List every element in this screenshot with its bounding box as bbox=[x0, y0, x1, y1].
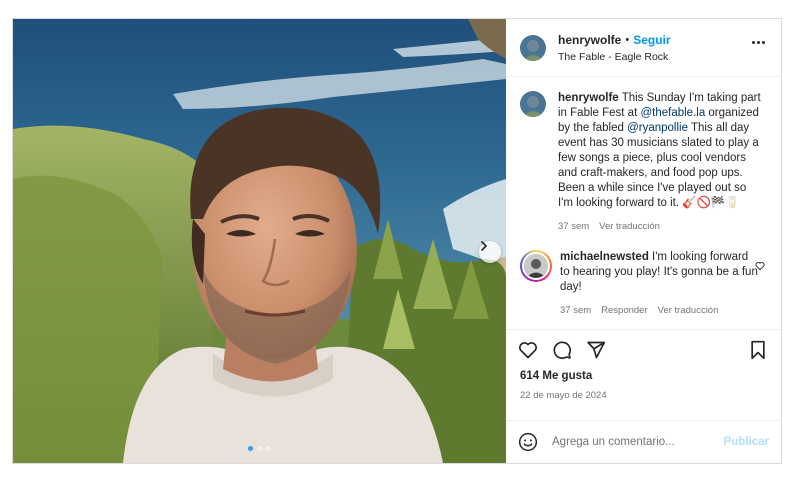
avatar-image bbox=[524, 254, 548, 278]
comment-time[interactable]: 37 sem bbox=[560, 303, 591, 318]
comment-button[interactable] bbox=[552, 340, 572, 360]
reply-link[interactable]: Responder bbox=[601, 303, 647, 318]
caption-meta: 37 sem Ver traducción bbox=[558, 219, 764, 234]
comment-username[interactable]: michaelnewsted bbox=[560, 251, 649, 263]
emoji-button[interactable] bbox=[518, 432, 538, 452]
heart-outline-icon bbox=[755, 262, 765, 271]
instagram-post: henrywolfe • Seguir The Fable - Eagle Ro… bbox=[12, 18, 782, 464]
like-comment-icon[interactable] bbox=[755, 258, 765, 276]
like-button[interactable] bbox=[518, 340, 538, 360]
caption-body: henrywolfe This Sunday I'm taking part i… bbox=[558, 91, 764, 234]
emoji-smiley-icon bbox=[518, 432, 538, 452]
translate-link[interactable]: Ver traducción bbox=[599, 219, 660, 234]
avatar-image bbox=[520, 34, 546, 61]
avatar-image bbox=[520, 91, 546, 117]
comment-body: michaelnewsted I'm looking forward to he… bbox=[560, 250, 760, 318]
paper-plane-icon bbox=[587, 341, 606, 359]
post-caption: henrywolfe This Sunday I'm taking part i… bbox=[520, 91, 767, 234]
commenter-avatar[interactable] bbox=[520, 250, 552, 282]
carousel-dot bbox=[257, 446, 262, 451]
caption-text-part: This all day event has 30 musicians slat… bbox=[558, 122, 759, 209]
comment-bubble-icon bbox=[553, 341, 572, 360]
post-side-panel: henrywolfe • Seguir The Fable - Eagle Ro… bbox=[506, 19, 781, 463]
bookmark-icon bbox=[751, 340, 765, 360]
carousel-dot bbox=[266, 446, 271, 451]
post-actions bbox=[506, 329, 781, 370]
translate-link[interactable]: Ver traducción bbox=[658, 303, 719, 318]
share-button[interactable] bbox=[586, 340, 606, 360]
post-header: henrywolfe • Seguir The Fable - Eagle Ro… bbox=[506, 19, 781, 77]
author-username[interactable]: henrywolfe bbox=[558, 33, 621, 47]
caption-author-avatar[interactable] bbox=[520, 91, 546, 117]
post-location[interactable]: The Fable - Eagle Rock bbox=[558, 51, 671, 63]
post-header-text: henrywolfe • Seguir The Fable - Eagle Ro… bbox=[558, 33, 671, 63]
heart-icon bbox=[519, 342, 537, 359]
caption-emoji: 🎸🚫🏁🥛 bbox=[682, 197, 740, 209]
comment-input[interactable] bbox=[552, 436, 710, 448]
mention-link[interactable]: @thefable.la bbox=[640, 107, 705, 119]
caption-username[interactable]: henrywolfe bbox=[558, 92, 619, 104]
likes-count[interactable]: 614 Me gusta bbox=[506, 370, 781, 386]
selfie-photo-illustration bbox=[13, 19, 506, 463]
header-separator: • bbox=[625, 33, 630, 46]
comments-section: henrywolfe This Sunday I'm taking part i… bbox=[506, 77, 781, 329]
publish-button[interactable]: Publicar bbox=[724, 436, 769, 448]
add-comment-bar: Publicar bbox=[506, 420, 781, 463]
carousel-next-button[interactable] bbox=[479, 241, 501, 263]
comment-item: michaelnewsted I'm looking forward to he… bbox=[520, 250, 767, 318]
chevron-right-icon bbox=[481, 241, 487, 251]
comment-meta: 37 sem Responder Ver traducción bbox=[560, 303, 760, 318]
mention-link[interactable]: @ryanpollie bbox=[627, 122, 688, 134]
caption-time[interactable]: 37 sem bbox=[558, 219, 589, 234]
more-options-icon[interactable] bbox=[752, 41, 765, 44]
carousel-dot bbox=[248, 446, 253, 451]
author-avatar[interactable] bbox=[520, 34, 546, 61]
save-button[interactable] bbox=[749, 340, 767, 360]
post-date: 22 de mayo de 2024 bbox=[520, 390, 607, 401]
post-photo[interactable] bbox=[13, 19, 506, 463]
carousel-indicator bbox=[13, 446, 506, 451]
follow-button[interactable]: Seguir bbox=[633, 33, 670, 47]
